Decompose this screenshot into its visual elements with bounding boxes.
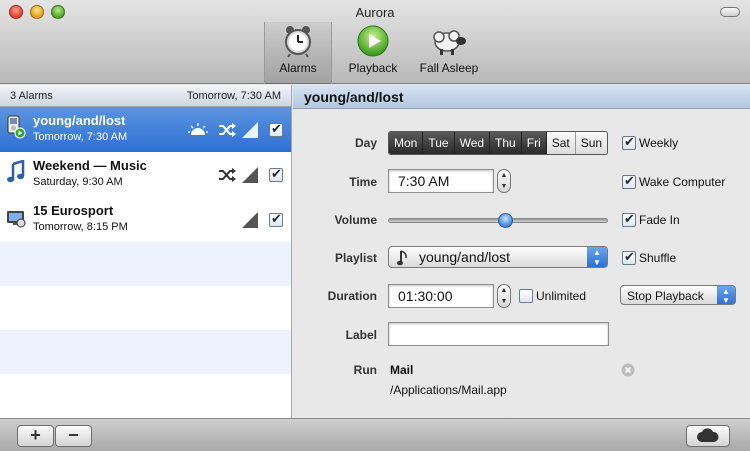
music-note-icon xyxy=(397,250,407,266)
toolbar-fall-asleep-label: Fall Asleep xyxy=(419,61,479,75)
cloud-icon xyxy=(697,428,719,442)
clear-run-button[interactable] xyxy=(621,363,635,377)
app-window: Aurora Alarms Playback Fall Asleep 3 Ala… xyxy=(0,0,750,451)
toolbar-playback-label: Playback xyxy=(348,61,398,75)
unlimited-label: Unlimited xyxy=(536,289,587,303)
sheep-icon xyxy=(433,30,466,55)
run-label: Run xyxy=(353,363,377,377)
duration-label: Duration xyxy=(327,289,377,303)
wake-computer-checkbox-box[interactable] xyxy=(622,173,636,189)
volume-ramp-icon xyxy=(242,167,258,183)
remove-alarm-button[interactable]: − xyxy=(55,425,92,447)
shuffle-checkbox-box[interactable] xyxy=(622,249,636,265)
bottom-bar: + − xyxy=(0,418,750,451)
shuffle-icon xyxy=(219,168,236,182)
empty-row xyxy=(0,286,291,330)
unlimited-checkbox-box[interactable] xyxy=(519,288,533,303)
alarm-time: Tomorrow, 7:30 AM xyxy=(33,131,128,143)
weekly-label: Weekly xyxy=(639,136,679,150)
alarm-list-header: 3 Alarms Tomorrow, 7:30 AM xyxy=(0,85,291,107)
day-selector: Mon Tue Wed Thu Fri Sat Sun xyxy=(388,131,609,155)
fade-in-label: Fade In xyxy=(639,213,680,227)
day-thu-button[interactable]: Thu xyxy=(490,132,522,154)
playlist-popup[interactable]: young/and/lost ▲ ▼ xyxy=(388,246,608,268)
volume-label: Volume xyxy=(334,213,377,227)
music-note-icon xyxy=(7,160,25,183)
title-bar: Aurora Alarms Playback Fall Asleep xyxy=(0,0,750,84)
toolbar-fall-asleep-button[interactable]: Fall Asleep xyxy=(413,24,485,80)
duration-stepper[interactable]: ▲ ▼ xyxy=(497,284,511,308)
volume-ramp-icon xyxy=(242,122,258,138)
toolbar-alarms-button[interactable]: Alarms xyxy=(264,22,332,84)
alarm-name: 15 Eurosport xyxy=(33,203,114,218)
day-label: Day xyxy=(354,136,377,150)
wake-computer-checkbox[interactable]: Wake Computer xyxy=(622,173,726,190)
ipod-play-icon xyxy=(7,115,26,139)
empty-row xyxy=(0,374,291,418)
play-icon xyxy=(357,25,389,57)
alarm-list: 3 Alarms Tomorrow, 7:30 AM young/and/los… xyxy=(0,85,292,418)
alarm-clock-icon xyxy=(285,26,311,58)
run-app-name: Mail xyxy=(390,363,414,377)
label-label: Label xyxy=(345,328,377,342)
next-alarm-time: Tomorrow, 7:30 AM xyxy=(186,90,281,102)
run-app-path: /Applications/Mail.app xyxy=(390,383,507,397)
tv-icon xyxy=(7,211,26,228)
volume-slider-knob[interactable] xyxy=(497,213,513,228)
weekly-checkbox-box[interactable] xyxy=(622,134,636,150)
fade-in-checkbox-box[interactable] xyxy=(622,211,636,227)
shuffle-icon xyxy=(219,123,236,137)
volume-ramp-icon xyxy=(242,212,258,228)
window-title: Aurora xyxy=(355,5,395,20)
day-wed-button[interactable]: Wed xyxy=(454,132,491,154)
popup-arrows-icon: ▲ ▼ xyxy=(587,247,607,267)
alarm-enabled-checkbox[interactable] xyxy=(269,211,283,227)
empty-row xyxy=(0,242,291,286)
day-sat-button[interactable]: Sat xyxy=(546,132,576,154)
alarm-enabled-checkbox[interactable] xyxy=(269,121,283,137)
sunrise-icon xyxy=(188,123,208,135)
day-tue-button[interactable]: Tue xyxy=(423,132,455,154)
day-mon-button[interactable]: Mon xyxy=(389,132,424,154)
time-stepper[interactable]: ▲ ▼ xyxy=(497,169,511,193)
popup-arrows-icon: ▲ ▼ xyxy=(717,286,735,305)
wake-computer-label: Wake Computer xyxy=(639,175,726,189)
eject-button[interactable] xyxy=(686,425,730,447)
alarm-name: young/and/lost xyxy=(33,113,126,128)
alarm-time: Saturday, 9:30 AM xyxy=(33,176,123,188)
toolbar-toggle-button[interactable] xyxy=(720,7,740,17)
playlist-label: Playlist xyxy=(334,251,377,265)
unlimited-checkbox[interactable]: Unlimited xyxy=(519,288,587,304)
add-alarm-button[interactable]: + xyxy=(17,425,54,447)
alarm-row[interactable]: young/and/lost Tomorrow, 7:30 AM xyxy=(0,107,291,152)
after-duration-value: Stop Playback xyxy=(627,289,704,303)
alarm-detail-panel: young/and/lost Day Mon Tue Wed Thu Fri S… xyxy=(293,85,750,418)
shuffle-checkbox[interactable]: Shuffle xyxy=(622,249,677,266)
toolbar-alarms-label: Alarms xyxy=(279,61,317,75)
toolbar-playback-button[interactable]: Playback xyxy=(343,24,403,80)
day-sun-button[interactable]: Sun xyxy=(575,132,608,154)
alarm-name: Weekend — Music xyxy=(33,158,147,173)
alarm-count: 3 Alarms xyxy=(10,90,53,102)
alarm-time: Tomorrow, 8:15 PM xyxy=(33,221,128,233)
time-label: Time xyxy=(349,175,377,189)
after-duration-popup[interactable]: Stop Playback ▲ ▼ xyxy=(620,285,736,305)
alarm-detail-title: young/and/lost xyxy=(293,85,750,109)
playlist-value: young/and/lost xyxy=(419,249,511,265)
shuffle-label: Shuffle xyxy=(639,251,677,265)
fade-in-checkbox[interactable]: Fade In xyxy=(622,211,680,228)
alarm-row[interactable]: 15 Eurosport Tomorrow, 8:15 PM xyxy=(0,197,291,242)
time-field[interactable]: 7:30 AM xyxy=(388,169,494,193)
day-fri-button[interactable]: Fri xyxy=(521,132,547,154)
label-field[interactable] xyxy=(388,322,609,346)
weekly-checkbox[interactable]: Weekly xyxy=(622,134,679,151)
alarm-enabled-checkbox[interactable] xyxy=(269,166,283,182)
alarm-row[interactable]: Weekend — Music Saturday, 9:30 AM xyxy=(0,152,291,197)
duration-field[interactable]: 01:30:00 xyxy=(388,284,494,308)
empty-row xyxy=(0,330,291,374)
